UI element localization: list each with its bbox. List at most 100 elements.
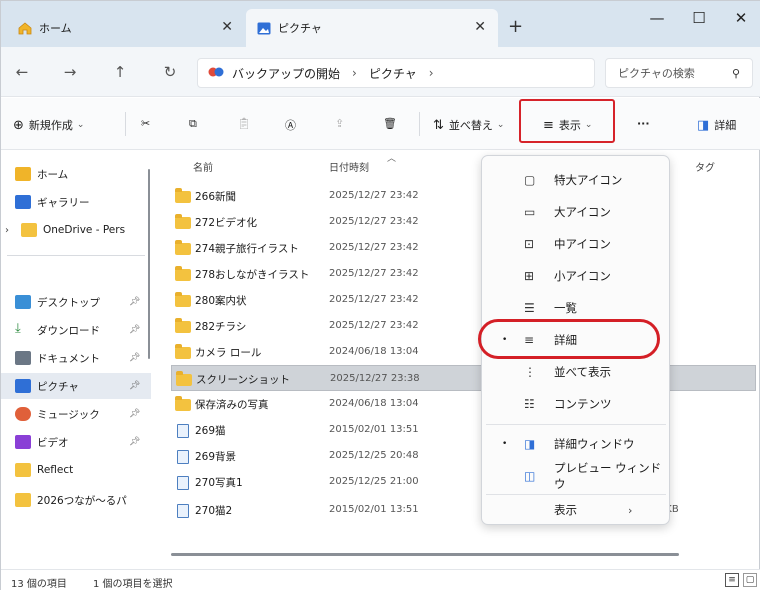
rename-icon[interactable]: Ⓐ — [285, 117, 296, 133]
file-name: 272ビデオ化 — [195, 217, 258, 229]
address-bar[interactable]: バックアップの開始 › ピクチャ › — [197, 58, 595, 88]
tab-pictures[interactable]: ピクチャ ✕ — [246, 9, 498, 47]
add-tab-icon[interactable]: + — [508, 16, 523, 37]
sidebar-item-desktop[interactable]: デスクトップ 📌︎ — [1, 289, 151, 315]
details-pane-button[interactable]: ◨ 詳細 — [697, 117, 736, 133]
horizontal-scrollbar[interactable] — [171, 553, 679, 556]
sidebar-item-pictures[interactable]: ピクチャ 📌︎ — [1, 373, 151, 399]
menu-item-details-pane[interactable]: • ◨ 詳細ウィンドウ — [482, 428, 669, 460]
forward-icon[interactable]: → — [59, 63, 81, 81]
file-date: 2025/12/25 21:00 — [329, 476, 419, 487]
item-count: 13 個の項目 — [11, 579, 67, 590]
menu-item-show[interactable]: 表示 › — [482, 494, 669, 526]
pin-icon[interactable]: 📌︎ — [129, 381, 140, 391]
breadcrumb-backup[interactable]: バックアップの開始 — [232, 65, 340, 82]
menu-item-label: 特大アイコン — [554, 173, 623, 187]
delete-icon[interactable]: 🗑︎ — [383, 117, 397, 130]
tab-home[interactable]: ホーム ✕ — [7, 9, 245, 47]
pin-icon[interactable]: 📌︎ — [129, 325, 140, 335]
file-date: 2025/12/27 23:42 — [329, 190, 419, 201]
home-icon — [17, 20, 33, 36]
pin-icon[interactable]: 📌︎ — [129, 437, 140, 447]
sidebar-item-onedrive[interactable]: › OneDrive - Pers — [1, 217, 151, 243]
close-window-button[interactable]: ✕ — [727, 9, 755, 27]
new-button[interactable]: ⊕ 新規作成 ⌄ — [13, 117, 84, 133]
menu-item-small-icons[interactable]: ⊞ 小アイコン — [482, 260, 669, 292]
folder-icon — [175, 343, 191, 359]
sidebar-item-reflect[interactable]: Reflect — [1, 457, 151, 483]
search-placeholder: ピクチャの検索 — [618, 67, 695, 80]
refresh-icon[interactable]: ↻ — [159, 63, 181, 81]
sidebar-item-gallery[interactable]: ギャラリー — [1, 189, 151, 215]
download-icon: ⤓ — [15, 321, 21, 336]
menu-item-preview-pane[interactable]: ◫ プレビュー ウィンドウ — [482, 460, 669, 492]
up-icon[interactable]: ↑ — [109, 63, 131, 81]
file-date: 2024/06/18 13:04 — [329, 346, 419, 357]
video-icon — [15, 435, 31, 449]
sidebar-item-video[interactable]: ビデオ 📌︎ — [1, 429, 151, 455]
desktop-icon — [15, 295, 31, 309]
close-icon[interactable]: ✕ — [221, 19, 233, 35]
file-date: 2025/12/27 23:42 — [329, 320, 419, 331]
menu-item-content[interactable]: ☷ コンテンツ — [482, 388, 669, 420]
sidebar-item-home[interactable]: ホーム — [1, 161, 151, 187]
column-header-tag[interactable]: タグ — [695, 159, 715, 174]
music-icon — [15, 407, 31, 421]
menu-item-tiles[interactable]: ⋮ 並べて表示 — [482, 356, 669, 388]
tiles-view-icon[interactable]: ▢ — [743, 573, 757, 587]
sidebar-item-label: Reflect — [37, 464, 74, 476]
chevron-down-icon: ⌄ — [496, 120, 505, 130]
breadcrumb-pictures[interactable]: ピクチャ — [369, 65, 417, 82]
back-icon[interactable]: ← — [11, 63, 33, 81]
maximize-button[interactable]: ☐ — [685, 9, 713, 27]
sort-button[interactable]: ⇅ 並べ替え ⌄ — [433, 117, 504, 133]
cut-icon[interactable]: ✂ — [141, 117, 150, 130]
pin-icon[interactable]: 📌︎ — [129, 353, 140, 363]
copy-icon[interactable]: ⧉ — [189, 117, 197, 131]
pin-icon[interactable]: 📌︎ — [129, 297, 140, 307]
chevron-down-icon: ⌄ — [76, 120, 85, 130]
folder-icon — [15, 493, 31, 507]
sidebar-item-music[interactable]: ミュージック 📌︎ — [1, 401, 151, 427]
file-date: 2025/12/27 23:38 — [330, 373, 420, 384]
file-name: 274親子旅行イラスト — [195, 243, 299, 255]
more-options-icon[interactable]: ··· — [637, 117, 650, 130]
sidebar-item-label: ダウンロード — [37, 324, 100, 337]
menu-item-medium-icons[interactable]: ⊡ 中アイコン — [482, 228, 669, 260]
sidebar-scrollbar[interactable] — [148, 169, 150, 359]
sidebar-item-label: ピクチャ — [37, 380, 79, 393]
menu-item-large-icons[interactable]: ▭ 大アイコン — [482, 196, 669, 228]
column-header-date[interactable]: 日付時刻 — [329, 159, 369, 174]
column-header-name[interactable]: 名前 — [193, 159, 213, 174]
breadcrumb-chevron-icon[interactable]: › — [352, 66, 357, 80]
menu-item-label: 中アイコン — [554, 237, 611, 251]
pictures-icon — [15, 379, 31, 393]
folder-icon — [175, 395, 191, 411]
search-input[interactable]: ピクチャの検索 ⚲ — [605, 58, 753, 88]
file-date: 2025/12/25 20:48 — [329, 450, 419, 461]
folder-icon — [175, 317, 191, 333]
folder-icon — [175, 187, 191, 203]
sidebar-item-label: ミュージック — [37, 408, 100, 421]
paste-icon[interactable]: 📋︎ — [237, 117, 251, 130]
menu-item-extra-large-icons[interactable]: ▢ 特大アイコン — [482, 164, 669, 196]
minimize-button[interactable]: — — [643, 9, 671, 27]
tiles-icon: ⋮ — [524, 365, 536, 379]
small-icons-icon: ⊞ — [524, 269, 535, 283]
details-view-icon[interactable]: ≡ — [725, 573, 739, 587]
sidebar-item-downloads[interactable]: ⤓ ダウンロード 📌︎ — [1, 317, 151, 343]
sidebar-item-tsunagaru[interactable]: 2026つなが～るパ — [1, 487, 151, 513]
sidebar-item-documents[interactable]: ドキュメント 📌︎ — [1, 345, 151, 371]
share-icon[interactable]: ⇪ — [335, 117, 344, 130]
details-label: 詳細 — [714, 119, 737, 132]
close-icon[interactable]: ✕ — [474, 19, 486, 35]
pin-icon[interactable]: 📌︎ — [129, 409, 140, 419]
preview-pane-icon: ◫ — [524, 469, 536, 483]
expand-chevron-icon[interactable]: › — [5, 225, 9, 236]
file-explorer-window: ホーム ✕ ピクチャ ✕ + — ☐ ✕ ← → ↑ ↻ バックアップの開始 ›… — [0, 0, 760, 591]
breadcrumb-chevron-icon[interactable]: › — [429, 66, 434, 80]
onedrive-backup-icon — [208, 66, 226, 81]
search-icon: ⚲ — [731, 67, 740, 80]
file-name: 282チラシ — [195, 321, 247, 333]
file-name: 270写真1 — [195, 477, 243, 489]
